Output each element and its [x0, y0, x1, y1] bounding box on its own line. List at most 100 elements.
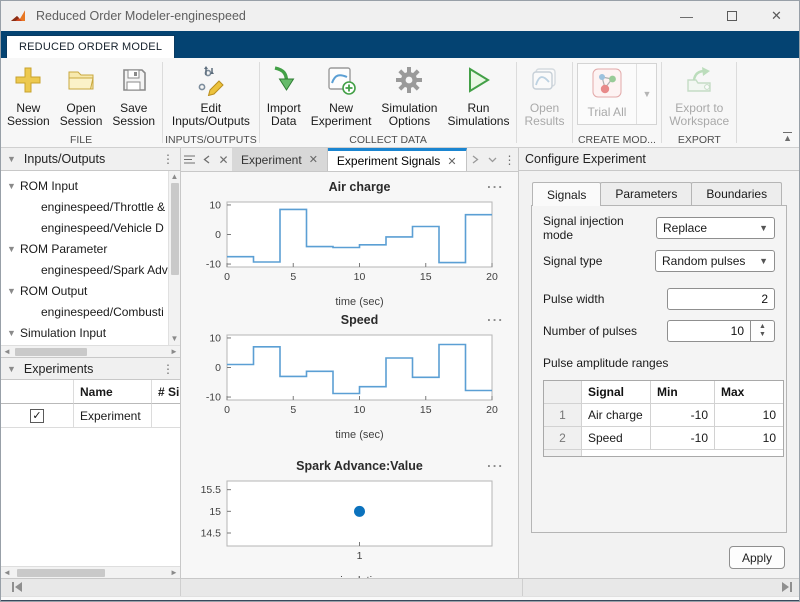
collapse-arrow-icon[interactable]: ▼: [7, 154, 16, 164]
tree-item-rom-parameter[interactable]: ▼ROM Parameter: [1, 238, 180, 259]
open-session-button[interactable]: Open Session: [55, 60, 108, 128]
tab-boundaries[interactable]: Boundaries: [691, 182, 782, 205]
tree-item-rom-output[interactable]: ▼ROM Output: [1, 280, 180, 301]
max-cell[interactable]: 10: [715, 427, 782, 449]
simulation-options-label: Simulation Options: [381, 102, 437, 128]
tab-parameters[interactable]: Parameters: [600, 182, 692, 205]
maximize-button[interactable]: [709, 1, 754, 31]
close-button[interactable]: ✕: [754, 1, 799, 31]
svg-text:20: 20: [486, 404, 498, 416]
tab-experiment-signals[interactable]: Experiment Signals✕: [328, 148, 467, 171]
min-cell[interactable]: -10: [651, 404, 715, 426]
experiment-checkbox[interactable]: ✓: [30, 409, 44, 423]
max-cell[interactable]: 10: [715, 404, 782, 426]
scroll-right-icon[interactable]: ►: [168, 347, 180, 356]
x-axis-label: time (sec): [227, 429, 492, 443]
signal-cell: Speed: [582, 427, 651, 449]
svg-text:1: 1: [357, 550, 363, 562]
chevron-down-icon[interactable]: [484, 148, 501, 171]
group-collect-data: Import Data New Experiment: [261, 58, 516, 147]
edit-inputs-outputs-button[interactable]: Edit Inputs/Outputs: [167, 60, 255, 128]
export-to-workspace-label: Export to Workspace: [669, 102, 729, 128]
tab-reduced-order-model[interactable]: REDUCED ORDER MODEL: [6, 35, 175, 58]
chart-options-button[interactable]: ...: [487, 455, 504, 470]
column-header-num-simulations: # Si: [152, 380, 180, 404]
svg-text:10: 10: [209, 332, 221, 344]
tree-item-combustion[interactable]: enginespeed/Combusti: [1, 301, 180, 322]
scrollbar-thumb[interactable]: [17, 569, 105, 577]
scroll-left-icon[interactable]: ◄: [1, 347, 13, 356]
import-data-button[interactable]: Import Data: [262, 60, 306, 128]
tree-horizontal-scrollbar[interactable]: ◄ ►: [1, 345, 180, 357]
open-results-label: Open Results: [524, 102, 564, 128]
spark-advance-chart: Spark Advance:Value ... 114.51515.5 simu…: [181, 456, 518, 578]
number-of-pulses-input[interactable]: [667, 320, 751, 342]
apply-button[interactable]: Apply: [729, 546, 785, 569]
svg-text:15: 15: [420, 271, 432, 283]
kebab-menu-icon[interactable]: ⋮: [162, 152, 174, 166]
simulation-options-button[interactable]: Simulation Options: [376, 60, 442, 128]
group-separator: [162, 62, 163, 143]
chevron-right-icon[interactable]: [467, 148, 484, 171]
main-area: ▼ Inputs/Outputs ⋮ ▼ROM Input enginespee…: [1, 148, 799, 578]
expand-arrow-icon[interactable]: ▼: [7, 328, 20, 338]
tab-signals[interactable]: Signals: [532, 182, 601, 206]
collapse-arrow-icon[interactable]: ▼: [7, 364, 16, 374]
collapse-right-panel-button[interactable]: [781, 581, 793, 595]
new-experiment-button[interactable]: New Experiment: [306, 60, 377, 128]
pulse-width-input[interactable]: [667, 288, 775, 310]
experiments-horizontal-scrollbar[interactable]: ◄ ►: [1, 566, 180, 578]
scrollbar-thumb[interactable]: [171, 183, 179, 275]
save-icon: [118, 64, 150, 99]
run-simulations-button[interactable]: Run Simulations: [442, 60, 514, 128]
chart-options-button[interactable]: ...: [487, 309, 504, 324]
export-to-workspace-button[interactable]: Export to Workspace: [664, 60, 734, 128]
expand-arrow-icon[interactable]: ▼: [7, 244, 20, 254]
expand-arrow-icon[interactable]: ▼: [7, 181, 20, 191]
number-of-pulses-row: Number of pulses ▲▼: [543, 320, 775, 342]
tree-item-spark-advance[interactable]: enginespeed/Spark Adv: [1, 259, 180, 280]
collapse-left-panel-button[interactable]: [11, 581, 23, 595]
close-icon[interactable]: ✕: [215, 148, 232, 171]
svg-text:0: 0: [215, 362, 221, 374]
scroll-down-icon[interactable]: ▼: [171, 333, 179, 345]
scroll-up-icon[interactable]: ▲: [171, 171, 179, 183]
chevron-left-icon[interactable]: [198, 148, 215, 171]
trial-all-button[interactable]: Trial All ▼: [577, 63, 658, 125]
expand-arrow-icon[interactable]: ▼: [7, 286, 20, 296]
close-tab-icon[interactable]: ✕: [309, 153, 318, 166]
scroll-right-icon[interactable]: ►: [168, 568, 180, 577]
svg-text:15.5: 15.5: [201, 484, 222, 496]
app-window: Reduced Order Modeler-enginespeed — ✕ RE…: [0, 0, 800, 602]
scroll-left-icon[interactable]: ◄: [1, 568, 13, 577]
svg-text:10: 10: [354, 404, 366, 416]
tree-vertical-scrollbar[interactable]: ▲ ▼: [168, 171, 180, 345]
save-session-button[interactable]: Save Session: [107, 60, 160, 128]
experiment-name-cell[interactable]: Experiment: [74, 404, 152, 427]
chart-options-button[interactable]: ...: [487, 176, 504, 191]
spinner-stepper[interactable]: ▲▼: [751, 320, 775, 342]
svg-text:15: 15: [420, 404, 432, 416]
chart-title: Air charge: [227, 180, 492, 194]
close-tab-icon[interactable]: ✕: [447, 155, 456, 168]
kebab-menu-icon[interactable]: ⋮: [162, 362, 174, 376]
tree-item-throttle[interactable]: enginespeed/Throttle &: [1, 196, 180, 217]
new-session-button[interactable]: New Session: [2, 60, 55, 128]
tree-item-rom-input[interactable]: ▼ROM Input: [1, 175, 180, 196]
tree-item-simulation-input[interactable]: ▼Simulation Input: [1, 322, 180, 343]
trial-all-dropdown[interactable]: ▼: [636, 64, 656, 124]
tree-item-vehicle[interactable]: enginespeed/Vehicle D: [1, 217, 180, 238]
group-separator: [736, 62, 737, 143]
kebab-menu-icon[interactable]: ⋮: [501, 148, 518, 171]
minimize-button[interactable]: —: [664, 1, 709, 31]
run-simulations-label: Run Simulations: [447, 102, 509, 128]
signal-type-dropdown[interactable]: Random pulses ▼: [655, 250, 775, 272]
tab-list-icon[interactable]: [181, 148, 198, 171]
tab-experiment[interactable]: Experiment✕: [232, 148, 328, 171]
collapse-ribbon-button[interactable]: ▲: [783, 132, 792, 143]
scrollbar-thumb[interactable]: [15, 348, 87, 356]
signal-injection-mode-dropdown[interactable]: Replace ▼: [656, 217, 775, 239]
min-cell[interactable]: -10: [651, 427, 715, 449]
open-results-button[interactable]: Open Results: [519, 60, 569, 128]
experiment-num-cell[interactable]: [152, 404, 180, 427]
